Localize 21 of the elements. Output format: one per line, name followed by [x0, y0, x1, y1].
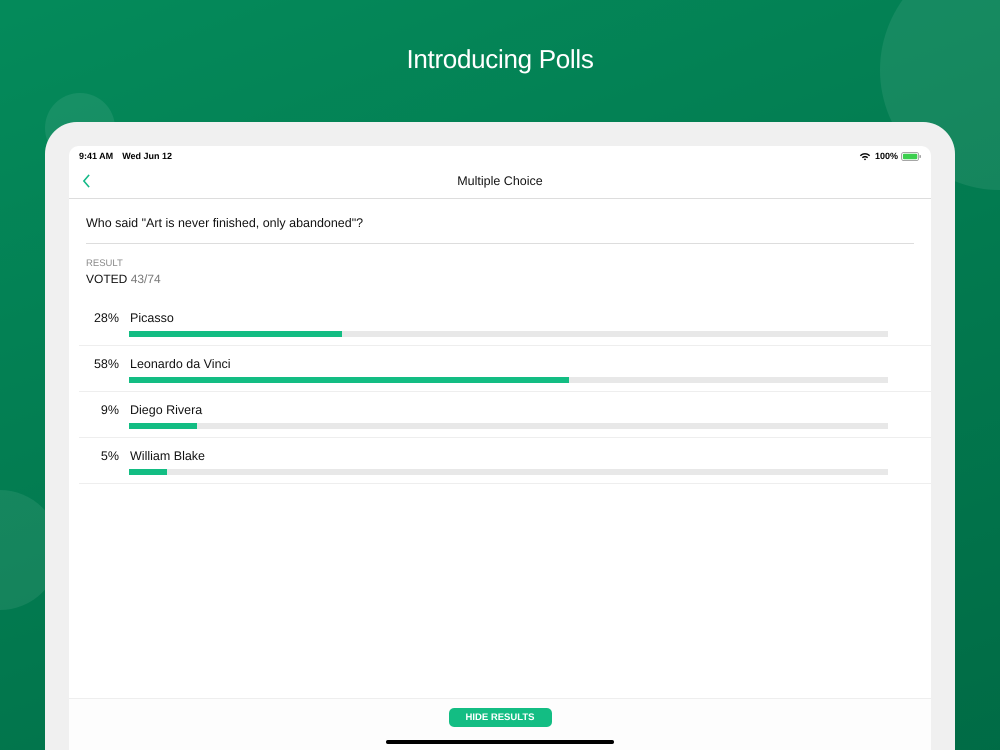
question-text: Who said "Art is never finished, only abandoned"?	[86, 199, 914, 244]
result-label: RESULT	[86, 258, 124, 269]
wifi-icon	[858, 152, 871, 160]
option-percent: 58%	[92, 356, 119, 370]
option-percent: 28%	[92, 310, 119, 324]
battery-icon	[901, 152, 921, 160]
screen-title: Multiple Choice	[457, 174, 543, 188]
option-percent: 5%	[100, 448, 119, 462]
headline: Introducing Polls	[406, 44, 594, 76]
option-name: Diego Rivera	[130, 402, 202, 416]
status-date: Wed Jun 12	[122, 151, 172, 161]
voted-label: VOTED	[86, 272, 128, 286]
status-time: 9:41 AM	[79, 151, 114, 161]
voted-count: 43/74	[130, 272, 161, 286]
option-name: William Blake	[130, 448, 206, 462]
option-name: Picasso	[130, 310, 174, 324]
hide-results-button[interactable]: HIDE RESULTS	[448, 708, 552, 727]
option-percent: 9%	[100, 402, 119, 416]
battery-percent: 100%	[874, 151, 898, 161]
option-name: Leonardo da Vinci	[130, 356, 231, 370]
back-icon[interactable]	[82, 174, 91, 188]
